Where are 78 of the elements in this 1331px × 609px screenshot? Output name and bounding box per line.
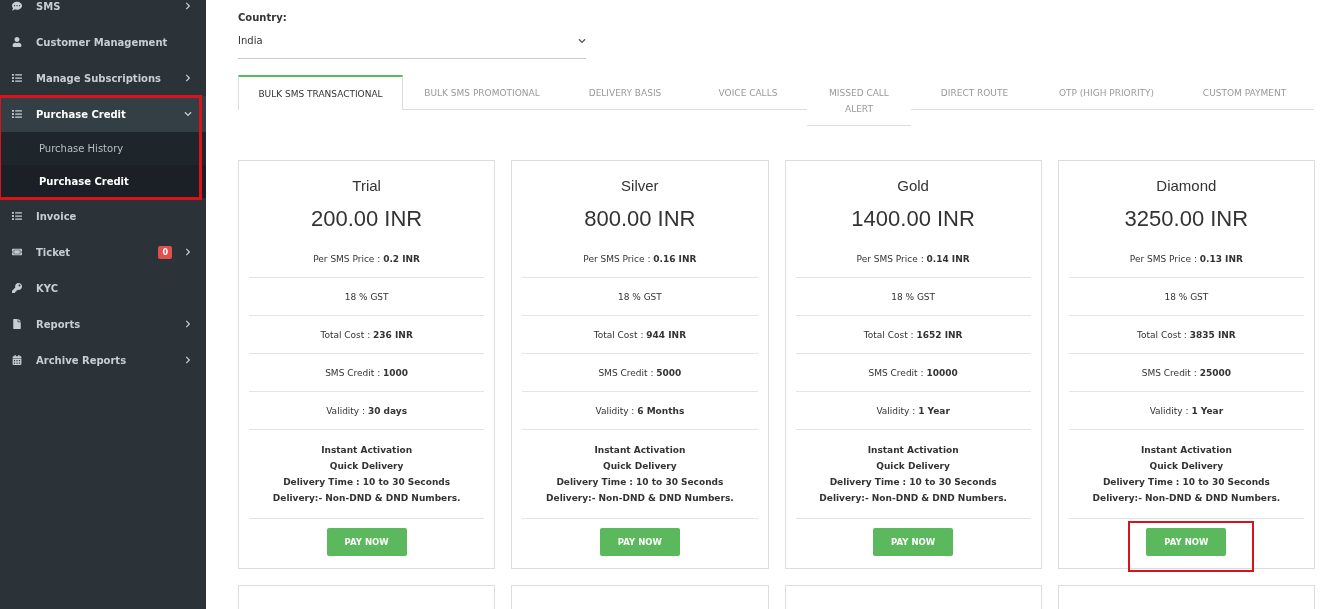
sidebar-item-label: Customer Management — [36, 36, 169, 48]
plan-detail: SMS Credit : 25000 — [1068, 354, 1304, 392]
plan-detail: SMS Credit : 10000 — [795, 354, 1031, 392]
plan-detail: 18 % GST — [522, 278, 758, 316]
sidebar-item-label: Reports — [36, 318, 82, 330]
menu-icon — [12, 37, 24, 47]
plan-price: 1400.00 INR — [850, 206, 976, 232]
plan-detail: Total Cost : 1652 INR — [795, 316, 1031, 354]
plan-detail: Validity : 6 Months — [522, 392, 758, 430]
plan-feature: Quick Delivery — [603, 460, 677, 473]
sidebar-item[interactable]: Customer Management — [0, 24, 206, 60]
plan-feature: Delivery Time : 10 to 30 Seconds — [1102, 476, 1270, 489]
sidebar-item[interactable]: SMS — [0, 0, 206, 24]
sidebar-item[interactable]: Purchase Credit — [0, 96, 206, 132]
country-label: Country: — [238, 12, 288, 23]
plan-feature: Instant Activation — [594, 444, 686, 457]
sidebar-item-label: Purchase Credit — [36, 108, 127, 120]
menu-icon — [12, 355, 24, 365]
plan-feature: Delivery Time : 10 to 30 Seconds — [283, 476, 451, 489]
country-select[interactable]: India — [238, 35, 586, 59]
sidebar-item-label: Ticket — [36, 246, 72, 258]
sidebar-item-label: KYC — [36, 282, 59, 294]
menu-icon — [12, 319, 24, 329]
sidebar-item[interactable]: Ticket 0 — [0, 234, 206, 270]
plan-feature: Delivery:- Non-DND & DND Numbers. — [272, 492, 461, 505]
plan-detail: Total Cost : 944 INR — [522, 316, 758, 354]
plan-feature: Instant Activation — [867, 444, 959, 457]
plan-feature: Instant Activation — [1140, 444, 1232, 457]
plan-detail: Per SMS Price : 0.2 INR — [249, 240, 485, 278]
plan-detail: Total Cost : 3835 INR — [1068, 316, 1304, 354]
plan-detail: Per SMS Price : 0.13 INR — [1068, 240, 1304, 278]
tab[interactable]: BULK SMS TRANSACTIONAL — [238, 75, 403, 110]
menu-icon — [12, 109, 24, 119]
plan-detail: Validity : 1 Year — [1068, 392, 1304, 430]
sidebar-item-label: Archive Reports — [36, 354, 128, 366]
sidebar-item[interactable]: Archive Reports — [0, 342, 206, 378]
sidebar-item[interactable]: KYC — [0, 270, 206, 306]
plan-name: Silver — [620, 177, 660, 194]
plan-feature: Quick Delivery — [1149, 460, 1224, 473]
menu-icon — [12, 247, 24, 257]
plan-price: 3250.00 INR — [1123, 206, 1250, 232]
count-badge: 0 — [158, 245, 172, 259]
plan-name: Gold — [896, 177, 930, 194]
plan-name: Trial — [351, 177, 382, 194]
plan-detail: SMS Credit : 1000 — [249, 354, 485, 392]
sidebar-item-label: Invoice — [36, 210, 78, 222]
plan-detail: Per SMS Price : 0.14 INR — [795, 240, 1031, 278]
plan-detail: Total Cost : 236 INR — [249, 316, 485, 354]
plan-feature: Quick Delivery — [876, 460, 950, 473]
sidebar-item[interactable]: Invoice — [0, 198, 206, 234]
plan-detail: Per SMS Price : 0.16 INR — [522, 240, 758, 278]
plan-detail: Validity : 1 Year — [795, 392, 1031, 430]
plan-feature: Delivery Time : 10 to 30 Seconds — [556, 476, 724, 489]
plan-feature: Delivery:- Non-DND & DND Numbers. — [1092, 492, 1281, 505]
plan-feature: Quick Delivery — [329, 460, 404, 473]
plan-detail: SMS Credit : 5000 — [522, 354, 758, 392]
plan-feature: Delivery Time : 10 to 30 Seconds — [829, 476, 997, 489]
plan-feature: Delivery:- Non-DND & DND Numbers. — [819, 492, 1007, 505]
menu-icon — [12, 211, 24, 221]
plan-feature: Delivery:- Non-DND & DND Numbers. — [546, 492, 734, 505]
plan-detail: 18 % GST — [795, 278, 1031, 316]
menu-icon — [12, 1, 24, 11]
menu-icon — [12, 73, 24, 83]
plan-price: 200.00 INR — [309, 206, 424, 232]
menu-icon — [12, 283, 24, 293]
plan-price: 800.00 INR — [583, 206, 697, 232]
sidebar-item-label: Manage Subscriptions — [36, 72, 162, 84]
submenu-item[interactable]: Purchase History — [0, 132, 206, 165]
plan-name: Diamond — [1155, 177, 1218, 194]
sidebar-item-label: SMS — [36, 0, 62, 12]
plan-feature: Instant Activation — [321, 444, 413, 457]
chevron-down-icon — [578, 36, 586, 45]
plan-detail: Validity : 30 days — [249, 392, 485, 430]
submenu-item[interactable]: Purchase Credit — [0, 165, 206, 198]
sidebar-item[interactable]: Manage Subscriptions — [0, 60, 206, 96]
plan-detail: 18 % GST — [249, 278, 485, 316]
sidebar-item[interactable]: Reports — [0, 306, 206, 342]
plan-detail: 18 % GST — [1068, 278, 1304, 316]
